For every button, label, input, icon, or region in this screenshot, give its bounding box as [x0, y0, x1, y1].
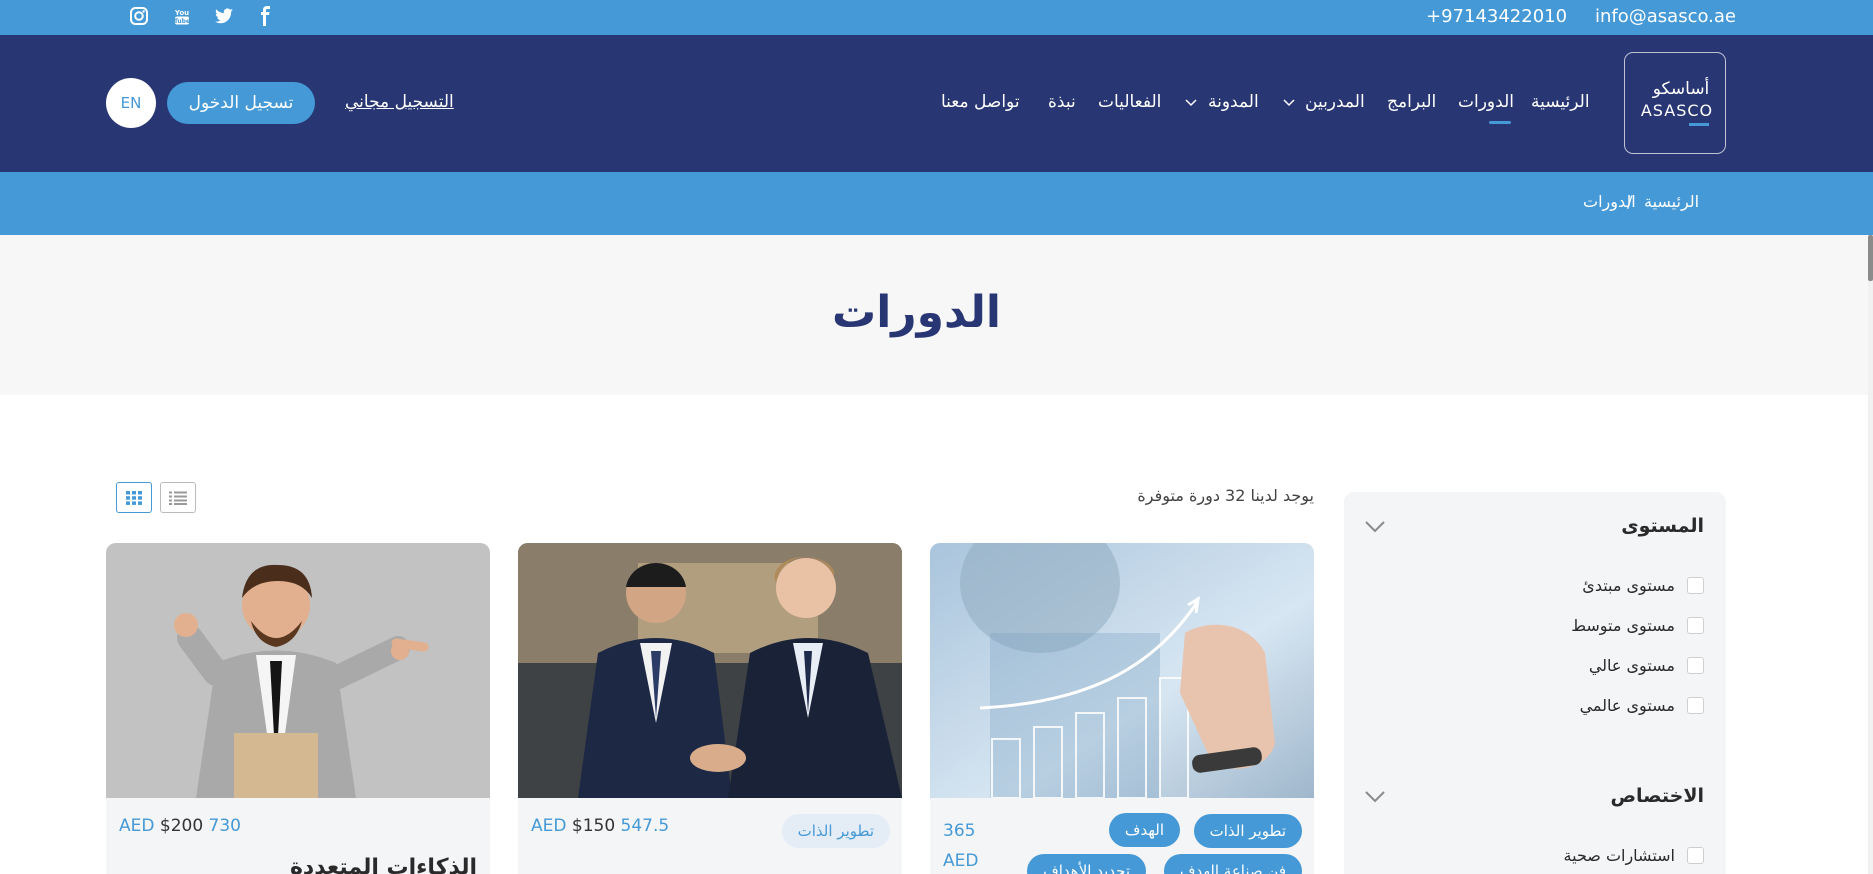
course-price: AED $200 730: [119, 816, 241, 836]
logo-arabic: أساسكو: [1652, 79, 1710, 99]
filter-option[interactable]: مستوى عالمي: [1580, 696, 1704, 715]
course-card[interactable]: AED $200 730 الذكاءات المتعددة: [106, 543, 490, 874]
checkbox[interactable]: [1687, 657, 1704, 674]
filter-sidebar: المستوى مستوى مبتدئ مستوى متوسط مستوى عا…: [1344, 492, 1726, 874]
list-view-button[interactable]: [160, 482, 196, 513]
scrollbar-track[interactable]: [1868, 235, 1873, 874]
instagram-icon[interactable]: [127, 4, 151, 28]
contact-phone[interactable]: +97143422010: [1426, 6, 1567, 27]
course-price: 365 AED: [943, 821, 979, 871]
free-signup-link[interactable]: التسجيل مجاني: [345, 92, 454, 112]
nav-events[interactable]: الفعاليات: [1098, 92, 1161, 112]
list-icon: [169, 491, 187, 505]
growth-chart-hand-photo[interactable]: [930, 543, 1314, 798]
svg-text:You: You: [174, 9, 189, 17]
login-button[interactable]: تسجيل الدخول: [167, 82, 315, 124]
asasco-logo[interactable]: أساسكو ASASCO: [1624, 52, 1726, 154]
nav-contact[interactable]: تواصل معنا: [941, 92, 1020, 112]
chevron-down-icon[interactable]: [1283, 99, 1295, 107]
chevron-down-icon[interactable]: [1364, 790, 1386, 804]
nav-active-indicator: [1489, 121, 1511, 124]
top-contact-bar: info@asasco.ae +97143422010 You Tube: [0, 0, 1873, 35]
filter-option[interactable]: مستوى عالي: [1589, 656, 1704, 675]
course-price: AED $150 547.5: [531, 816, 670, 836]
course-tag[interactable]: فن صناعة الهدف: [1163, 854, 1302, 874]
logo-english: ASASCO: [1640, 101, 1714, 120]
breadcrumb-current: الدورات: [1583, 192, 1636, 211]
nav-courses[interactable]: الدورات: [1458, 92, 1514, 112]
checkbox[interactable]: [1687, 847, 1704, 864]
checkbox[interactable]: [1687, 697, 1704, 714]
business-handshake-photo[interactable]: [518, 543, 902, 798]
nav-programs[interactable]: البرامج: [1387, 92, 1436, 112]
breadcrumb: الرئيسية / الدورات: [0, 172, 1873, 235]
scrollbar-thumb[interactable]: [1868, 235, 1873, 281]
course-title[interactable]: الذكاءات المتعددة: [290, 855, 477, 874]
youtube-icon[interactable]: You Tube: [170, 4, 194, 28]
course-tag[interactable]: تطوير الذات: [1193, 814, 1302, 848]
logo-underline: [1689, 123, 1709, 126]
businessman-ok-gesture-photo[interactable]: [106, 543, 490, 798]
chevron-down-icon[interactable]: [1364, 520, 1386, 534]
results-count: يوجد لدينا 32 دورة متوفرة: [1137, 486, 1314, 505]
svg-text:Tube: Tube: [174, 18, 190, 25]
course-tag[interactable]: الهدف: [1108, 813, 1180, 847]
main-navbar: أساسكو ASASCO الرئيسية الدورات البرامج ا…: [0, 35, 1873, 172]
nav-trainers[interactable]: المدربين: [1305, 92, 1365, 112]
nav-home[interactable]: الرئيسية: [1531, 92, 1590, 112]
grid-icon: [126, 490, 142, 505]
course-card[interactable]: AED $150 547.5 تطوير الذات: [518, 543, 902, 874]
filter-title-specialty[interactable]: الاختصاص: [1504, 785, 1704, 807]
course-card[interactable]: 365 AED تطوير الذات الهدف فن صناعة الهدف…: [930, 543, 1314, 874]
grid-view-button[interactable]: [116, 482, 152, 513]
nav-about[interactable]: نبذة: [1048, 92, 1076, 112]
nav-blog[interactable]: المدونة: [1208, 92, 1259, 112]
twitter-icon[interactable]: [212, 4, 236, 28]
filter-option[interactable]: مستوى متوسط: [1571, 616, 1704, 635]
filter-option[interactable]: استشارات صحية: [1564, 846, 1704, 865]
breadcrumb-home[interactable]: الرئيسية: [1644, 192, 1699, 211]
course-tag[interactable]: تحديد الأهداف: [1027, 854, 1146, 874]
filter-option[interactable]: مستوى مبتدئ: [1582, 576, 1704, 595]
chevron-down-icon[interactable]: [1185, 99, 1197, 107]
page-header: الدورات: [0, 235, 1873, 395]
filter-title-level[interactable]: المستوى: [1504, 515, 1704, 537]
course-tag[interactable]: تطوير الذات: [781, 814, 890, 848]
contact-email[interactable]: info@asasco.ae: [1595, 6, 1736, 27]
language-toggle-button[interactable]: EN: [106, 78, 156, 128]
facebook-icon[interactable]: [253, 4, 277, 28]
page-title: الدورات: [832, 287, 1001, 338]
checkbox[interactable]: [1687, 617, 1704, 634]
checkbox[interactable]: [1687, 577, 1704, 594]
